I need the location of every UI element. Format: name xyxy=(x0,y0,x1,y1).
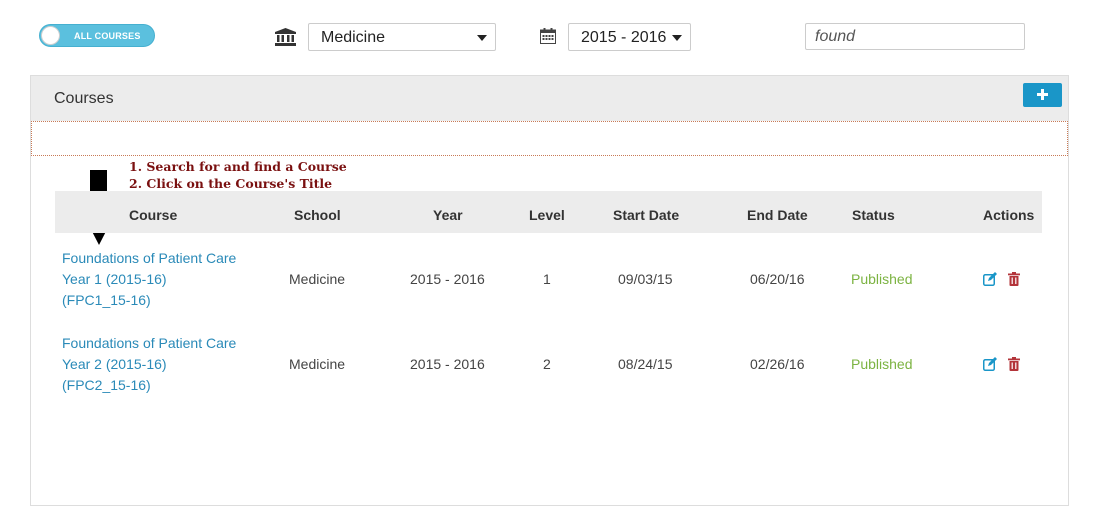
course-title-line: Foundations of Patient Care xyxy=(62,250,237,266)
instruction-annotation: 1. Search for and find a Course 2. Click… xyxy=(129,158,347,192)
cell-start-date: 08/24/15 xyxy=(618,356,673,372)
panel-header: Courses xyxy=(31,76,1068,121)
cell-end-date: 02/26/16 xyxy=(750,356,805,372)
column-header-year[interactable]: Year xyxy=(433,207,463,223)
school-select[interactable]: Medicine xyxy=(308,23,496,51)
course-code: (FPC1_15-16) xyxy=(62,292,151,308)
status-badge: Published xyxy=(851,271,913,287)
edit-icon[interactable] xyxy=(983,357,997,371)
panel-title: Courses xyxy=(54,90,114,107)
course-title-line: Year 2 (2015-16) xyxy=(62,356,167,372)
course-title-link[interactable]: Foundations of Patient Care Year 1 (2015… xyxy=(62,248,236,311)
course-title-line: Year 1 (2015-16) xyxy=(62,271,167,287)
toggle-label: ALL COURSES xyxy=(74,31,141,41)
add-course-button[interactable] xyxy=(1023,83,1062,107)
cell-school: Medicine xyxy=(289,356,346,372)
search-results-box xyxy=(31,121,1068,156)
year-select[interactable]: 2015 - 2016 xyxy=(568,23,691,51)
instruction-line-2: 2. Click on the Course's Title xyxy=(129,176,333,191)
bank-icon xyxy=(275,28,296,46)
instruction-line-1: 1. Search for and find a Course xyxy=(129,159,347,174)
all-courses-toggle[interactable]: ALL COURSES xyxy=(39,24,155,47)
column-header-school[interactable]: School xyxy=(294,207,341,223)
course-title-link[interactable]: Foundations of Patient Care Year 2 (2015… xyxy=(62,333,236,396)
cell-school: Medicine xyxy=(289,271,346,287)
column-header-level[interactable]: Level xyxy=(529,207,565,223)
course-code: (FPC2_15-16) xyxy=(62,377,151,393)
trash-icon[interactable] xyxy=(1008,357,1020,371)
cell-level: 2 xyxy=(543,356,551,372)
calendar-icon xyxy=(540,28,556,44)
edit-icon[interactable] xyxy=(983,272,997,286)
cell-start-date: 09/03/15 xyxy=(618,271,673,287)
school-select-value: Medicine xyxy=(321,29,386,46)
cell-end-date: 06/20/16 xyxy=(750,271,805,287)
column-header-actions: Actions xyxy=(983,207,1035,223)
table-header: Course School Year Level Start Date End … xyxy=(55,191,1042,233)
year-select-value: 2015 - 2016 xyxy=(581,29,667,46)
status-badge: Published xyxy=(851,356,913,372)
column-header-end-date[interactable]: End Date xyxy=(747,207,808,223)
course-title-line: Foundations of Patient Care xyxy=(62,335,237,351)
toggle-knob xyxy=(41,26,60,45)
column-header-status[interactable]: Status xyxy=(852,207,895,223)
column-header-start-date[interactable]: Start Date xyxy=(613,207,679,223)
cell-level: 1 xyxy=(543,271,551,287)
chevron-down-icon xyxy=(672,35,682,41)
chevron-down-icon xyxy=(477,35,487,41)
column-header-course[interactable]: Course xyxy=(129,207,177,223)
cell-year: 2015 - 2016 xyxy=(410,356,485,372)
trash-icon[interactable] xyxy=(1008,272,1020,286)
cell-year: 2015 - 2016 xyxy=(410,271,485,287)
search-input[interactable] xyxy=(805,23,1025,50)
